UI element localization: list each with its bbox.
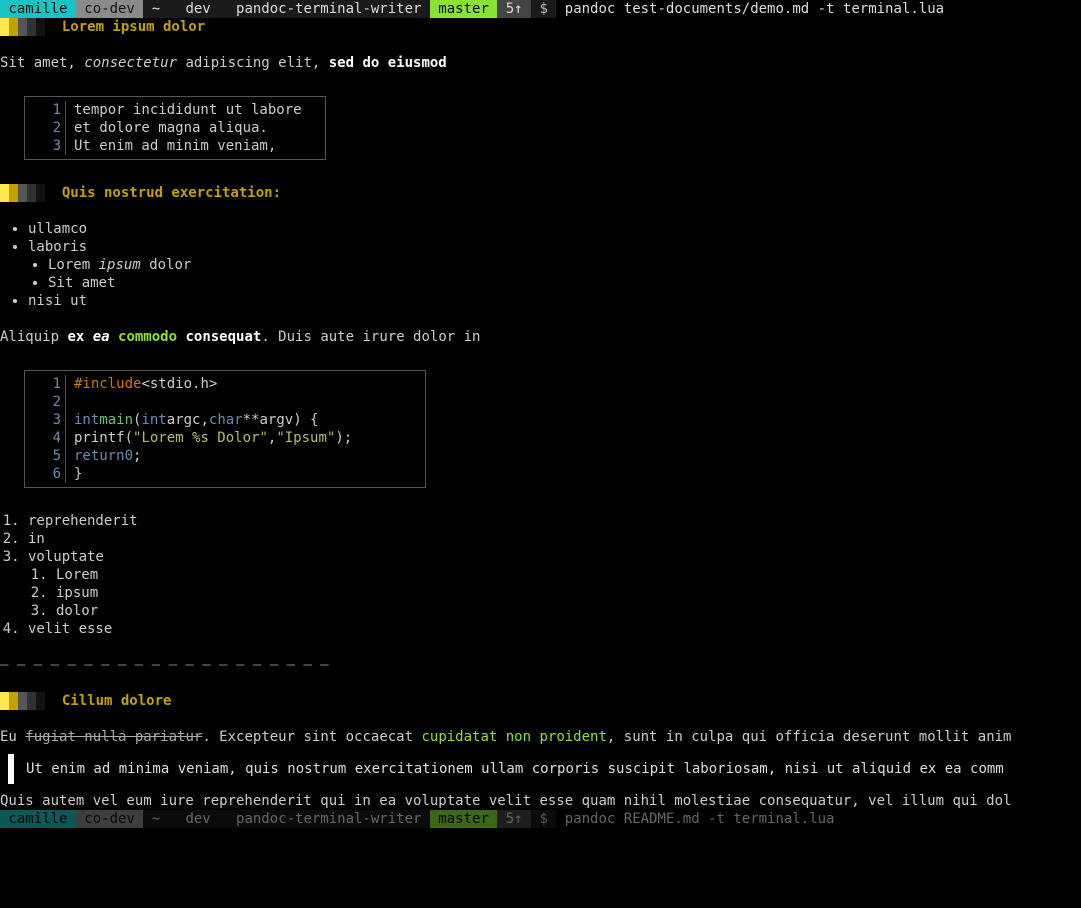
prompt-user: camille (0, 0, 76, 18)
link-cupidatat[interactable]: cupidatat non proident (421, 728, 606, 746)
list-item: in (28, 530, 1081, 548)
list-item: dolor (56, 602, 1081, 620)
prompt-branch: master (430, 0, 497, 18)
prompt-host: co-dev (76, 0, 143, 18)
code-block-2: 1#include <stdio.h> 2 3int main(int argc… (24, 370, 426, 488)
list-item: ullamco (28, 220, 1081, 238)
ordered-list: reprehenderit in voluptate Lorem ipsum d… (0, 512, 1081, 638)
heading-lorem: Lorem ipsum dolor (0, 18, 1081, 36)
horizontal-rule: — — — — — — — — — — — — — — — — — — — — (0, 656, 1081, 674)
blockquote: Ut enim ad minima veniam, quis nostrum e… (8, 754, 1081, 784)
shell-prompt-bottom[interactable]: camille co-dev ~ dev pandoc-terminal-wri… (0, 810, 1081, 828)
heading-text: Lorem ipsum dolor (62, 18, 205, 36)
list-item: laboris (28, 238, 1081, 256)
list-item: Lorem (56, 566, 1081, 584)
shell-prompt[interactable]: camille co-dev ~ dev pandoc-terminal-wri… (0, 0, 1081, 18)
list-item: nisi ut (28, 292, 1081, 310)
command-text: pandoc README.md -t terminal.lua (565, 810, 835, 828)
prompt-path: ~ dev pandoc-terminal-writer (143, 0, 430, 18)
prompt-status: 5↑ (497, 0, 531, 18)
code-block-1: 1tempor incididunt ut labore 2et dolore … (24, 96, 326, 160)
line-number: 1 (25, 101, 66, 119)
list-item: Lorem ipsum dolor (48, 256, 1081, 274)
heading-quis: Quis nostrud exercitation: (0, 184, 1081, 202)
paragraph-4: Quis autem vel eum iure reprehenderit qu… (0, 792, 1081, 810)
heading-cillum: Cillum dolore (0, 692, 1081, 710)
paragraph-1: Sit amet, consectetur adipiscing elit, s… (0, 54, 1081, 72)
prompt-dollar: $ (531, 0, 556, 18)
paragraph-3: Eu fugiat nulla pariatur. Excepteur sint… (0, 728, 1081, 746)
bullet-list: ullamco laboris Lorem ipsum dolor Sit am… (0, 220, 1081, 310)
list-item: velit esse (28, 620, 1081, 638)
list-item: ipsum (56, 584, 1081, 602)
paragraph-2: Aliquip ex ea commodo consequat. Duis au… (0, 328, 1081, 346)
list-item: voluptate (28, 548, 1081, 566)
line-number: 3 (25, 137, 66, 155)
line-number: 2 (25, 119, 66, 137)
list-item: reprehenderit (28, 512, 1081, 530)
command-text: pandoc test-documents/demo.md -t termina… (565, 0, 944, 18)
heading-bar-icon (0, 18, 9, 36)
list-item: Sit amet (48, 274, 1081, 292)
